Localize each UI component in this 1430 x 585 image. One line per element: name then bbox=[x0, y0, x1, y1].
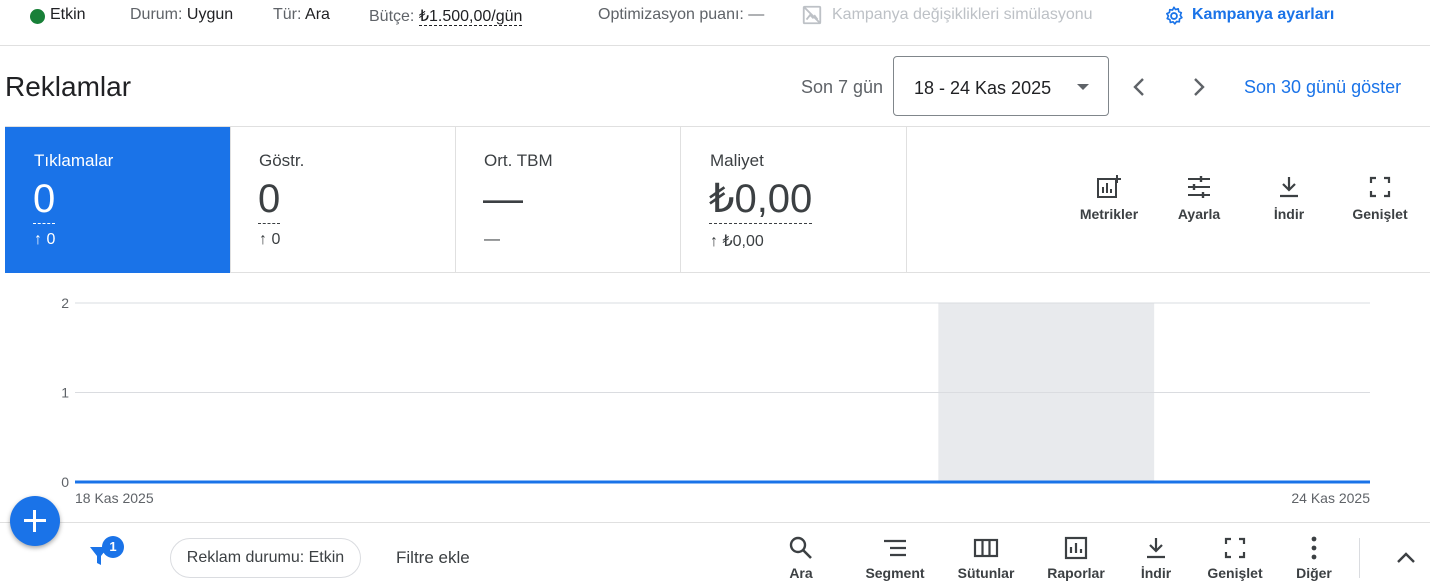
reports-label: Raporlar bbox=[1047, 565, 1105, 581]
metric-value: 0 bbox=[258, 177, 281, 224]
metric-label: Tıklamalar bbox=[34, 151, 114, 170]
tur-label: Tür: bbox=[273, 6, 302, 23]
metric-card-clicks[interactable]: Tıklamalar 0 ↑ 0 bbox=[5, 127, 231, 273]
metrics-tool-label: Metrikler bbox=[1079, 206, 1139, 222]
columns-button[interactable]: Sütunlar bbox=[946, 535, 1026, 581]
add-chart-icon bbox=[1097, 175, 1121, 198]
expand-tool-button[interactable]: Genişlet bbox=[1335, 174, 1425, 222]
metric-change: ↑ 0 bbox=[259, 231, 281, 248]
more-label: Diğer bbox=[1296, 565, 1332, 581]
download-tool-label: İndir bbox=[1273, 206, 1305, 222]
simulation-label: Kampanya değişiklikleri simülasyonu bbox=[832, 6, 1093, 23]
metric-label: Ort. TBM bbox=[484, 151, 553, 170]
budget-field[interactable]: Bütçe: ₺1.500,00/gün bbox=[369, 6, 523, 26]
adjust-tool-button[interactable]: Ayarla bbox=[1154, 174, 1244, 222]
download-table-label: İndir bbox=[1140, 565, 1172, 581]
x-tick-label: 18 Kas 2025 bbox=[75, 490, 154, 506]
metric-label: Maliyet bbox=[710, 151, 764, 170]
y-tick-label: 0 bbox=[61, 474, 69, 490]
metric-label: Göstr. bbox=[259, 151, 305, 170]
status-dot-icon bbox=[30, 9, 45, 24]
download-icon bbox=[1280, 177, 1298, 198]
toolbar-divider bbox=[1359, 538, 1360, 578]
tune-icon bbox=[1188, 176, 1210, 198]
search-icon bbox=[789, 536, 812, 559]
search-label: Ara bbox=[789, 565, 813, 581]
next-period-button[interactable] bbox=[1184, 72, 1214, 102]
metric-card-avg-cpc[interactable]: Ort. TBM — — bbox=[455, 127, 681, 273]
columns-icon bbox=[973, 538, 999, 558]
campaign-settings-link[interactable]: Kampanya ayarları bbox=[1163, 6, 1335, 25]
x-tick-label: 24 Kas 2025 bbox=[1291, 490, 1370, 506]
tur-value: Ara bbox=[305, 6, 330, 23]
simulation-link: Kampanya değişiklikleri simülasyonu bbox=[801, 5, 1093, 25]
download-tool-button[interactable]: İndir bbox=[1244, 174, 1334, 222]
add-filter-button[interactable]: Filtre ekle bbox=[396, 548, 470, 568]
columns-label: Sütunlar bbox=[957, 565, 1015, 581]
gear-icon bbox=[1166, 6, 1183, 25]
y-tick-label: 1 bbox=[61, 385, 69, 401]
date-range-picker[interactable]: 18 - 24 Kas 2025 bbox=[893, 56, 1109, 116]
image-off-icon bbox=[802, 5, 822, 25]
segment-icon bbox=[884, 539, 906, 557]
segment-label: Segment bbox=[865, 565, 925, 581]
adjust-tool-label: Ayarla bbox=[1177, 206, 1221, 222]
expand-table-button[interactable]: Genişlet bbox=[1195, 535, 1275, 581]
metric-value: — bbox=[483, 177, 523, 221]
campaign-settings-label: Kampanya ayarları bbox=[1192, 6, 1335, 23]
search-button[interactable]: Ara bbox=[761, 535, 841, 581]
y-tick-label: 2 bbox=[61, 295, 69, 311]
more-button[interactable]: Diğer bbox=[1274, 535, 1354, 581]
fullscreen-icon bbox=[1224, 537, 1246, 559]
download-icon bbox=[1147, 538, 1165, 559]
reports-button[interactable]: Raporlar bbox=[1036, 535, 1116, 581]
metric-value: ₺0,00 bbox=[709, 177, 813, 224]
budget-value[interactable]: ₺1.500,00/gün bbox=[418, 8, 523, 26]
download-table-button[interactable]: İndir bbox=[1116, 535, 1196, 581]
date-range-value: 18 - 24 Kas 2025 bbox=[914, 78, 1052, 98]
metrics-tool-button[interactable]: Metrikler bbox=[1064, 174, 1154, 222]
more-vertical-icon bbox=[1311, 536, 1317, 560]
tur-field: Tür: Ara bbox=[273, 6, 330, 24]
budget-label: Bütçe: bbox=[369, 8, 415, 25]
expand-table-label: Genişlet bbox=[1207, 565, 1263, 581]
optimization-score[interactable]: Optimizasyon puanı: — bbox=[598, 6, 764, 24]
status-text: Etkin bbox=[50, 6, 86, 23]
metric-change: ↑ ₺0,00 bbox=[710, 233, 764, 250]
previous-period-button[interactable] bbox=[1124, 72, 1154, 102]
metric-card-impressions[interactable]: Göstr. 0 ↑ 0 bbox=[230, 127, 456, 273]
durum-value: Uygun bbox=[186, 6, 234, 23]
ad-status-filter-chip[interactable]: Reklam durumu: Etkin bbox=[170, 538, 361, 578]
metric-change: ↑ 0 bbox=[34, 231, 56, 248]
segment-button[interactable]: Segment bbox=[855, 535, 935, 581]
dropdown-arrow-icon bbox=[1077, 84, 1089, 90]
metric-value: 0 bbox=[33, 177, 56, 224]
reports-icon bbox=[1064, 536, 1088, 560]
collapse-chevron-up-icon[interactable] bbox=[1394, 547, 1418, 567]
metric-card-cost[interactable]: Maliyet ₺0,00 ↑ ₺0,00 bbox=[681, 127, 907, 273]
show-30-days-link[interactable]: Son 30 günü göster bbox=[1244, 77, 1401, 98]
campaign-status-bar: Etkin Durum: Uygun Tür: Ara Bütçe: ₺1.50… bbox=[0, 0, 1430, 46]
clicks-line-chart: 0 1 2 18 Kas 2025 24 Kas 2025 bbox=[61, 295, 1370, 506]
metric-change: — bbox=[484, 231, 500, 248]
durum-field: Durum: Uygun bbox=[130, 6, 233, 24]
add-button[interactable] bbox=[10, 496, 60, 546]
fullscreen-icon bbox=[1369, 176, 1391, 198]
filter-count-badge: 1 bbox=[102, 536, 124, 558]
durum-label: Durum: bbox=[130, 6, 183, 23]
expand-tool-label: Genişlet bbox=[1352, 206, 1408, 222]
page-title: Reklamlar bbox=[5, 71, 132, 102]
date-period-label: Son 7 gün bbox=[801, 77, 884, 97]
